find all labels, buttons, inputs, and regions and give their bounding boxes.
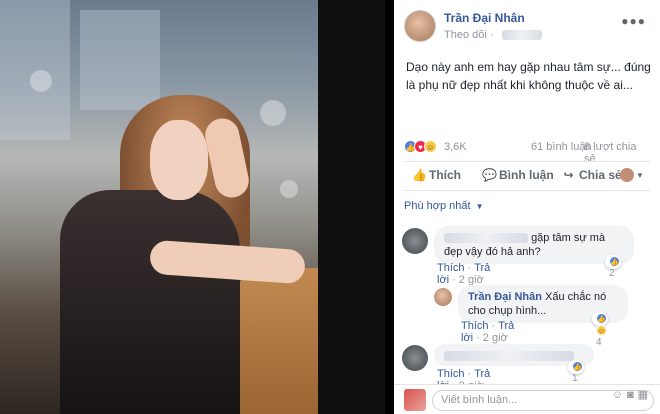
commenter-avatar[interactable] (402, 345, 428, 371)
haha-reaction-icon: ☺ (596, 325, 607, 336)
comment-icon: 💬 (482, 168, 497, 182)
follow-row: Theo dõi · (444, 29, 543, 41)
author-name[interactable]: Trần Đại Nhân (444, 11, 525, 25)
photo-figure (60, 190, 240, 414)
photo-face (150, 120, 208, 200)
photo-bokeh (280, 180, 298, 198)
comment-reaction-badge[interactable]: 👍 1 (568, 360, 584, 384)
photo-bokeh (30, 70, 52, 92)
comment-bubble: gặp tâm sự mà đẹp vậy đó hả anh? (434, 226, 634, 264)
post-header: Trần Đại Nhân Theo dõi · ●●● (394, 0, 660, 50)
separator-dot: · (491, 320, 496, 332)
comment-placeholder: Viết bình luận... (441, 394, 518, 406)
divider (404, 161, 650, 162)
comment-label: Bình luận (499, 168, 554, 182)
reply-meta: Thích · Trả lời · 2 giờ (461, 320, 514, 344)
share-button[interactable]: ↪ Chia sẻ (562, 168, 622, 182)
like-button[interactable]: 👍 Thích (412, 168, 461, 182)
reply-reaction-badge[interactable]: 👍☺ 4 (592, 312, 608, 348)
more-dots-icon[interactable]: ●●● (621, 14, 646, 28)
composer-icons: ☺◙▦ (612, 388, 652, 401)
separator-dot: · (467, 262, 472, 274)
follow-link[interactable]: Theo dõi (444, 29, 487, 41)
photo-bokeh (260, 100, 286, 126)
like-reaction-icon: 👍 (572, 361, 583, 372)
badge-count: 2 (609, 268, 615, 279)
sort-label: Phù hợp nhất (404, 200, 471, 212)
comment-composer: Viết bình luận... ☺◙▦ (394, 384, 660, 414)
photo-bg (0, 0, 70, 140)
comment-meta: Thích·Trả lời·2 giờ (437, 262, 490, 286)
divider (404, 190, 650, 191)
reaction-summary: 👍 ♥ ☺ 3,6K 61 bình luận 8 lượt chia sẻ (404, 140, 650, 165)
like-label: Thích (429, 168, 461, 182)
reply-like-link[interactable]: Thích (461, 320, 489, 332)
chevron-down-icon: ▼ (636, 171, 644, 180)
blurred-date (502, 30, 543, 41)
blurred-name (444, 233, 528, 244)
reply-author[interactable]: Trần Đại Nhân (468, 291, 542, 303)
reply-time[interactable]: 2 giờ (483, 332, 508, 344)
thumbs-up-icon: 👍 (412, 168, 427, 182)
comment-reaction-badge[interactable]: 👍 2 (605, 255, 621, 279)
separator-dot: · (476, 332, 480, 344)
share-arrow-icon: ↪ (563, 168, 574, 182)
comment-like-link[interactable]: Thích (437, 262, 465, 274)
comment-like-link[interactable]: Thích (437, 368, 465, 380)
reaction-icons[interactable]: 👍 ♥ ☺ (404, 140, 437, 153)
badge-count: 1 (572, 373, 578, 384)
separator-dot: · (489, 29, 494, 41)
react-as-selector[interactable]: ▼ (620, 167, 644, 182)
comment-count[interactable]: 61 bình luận (531, 141, 592, 153)
author-avatar[interactable] (404, 10, 436, 42)
reaction-count[interactable]: 3,6K (444, 141, 467, 153)
like-reaction-icon: 👍 (609, 256, 620, 267)
commenter-avatar[interactable] (402, 228, 428, 254)
current-user-avatar (404, 389, 426, 411)
action-bar: 👍 Thích 💬 Bình luận ↪ Chia sẻ ▼ (404, 166, 650, 186)
profile-avatar (620, 167, 634, 182)
haha-reaction-icon: ☺ (424, 140, 437, 153)
post-side-panel: Trần Đại Nhân Theo dõi · ●●● Dạo này anh … (394, 0, 660, 414)
photo-area (0, 0, 385, 414)
comment-button[interactable]: 💬 Bình luận (482, 168, 554, 182)
badge-count: 4 (596, 337, 602, 348)
photo-bg (80, 10, 160, 110)
separator-dot: · (452, 274, 456, 286)
chevron-down-icon: ▼ (475, 202, 484, 211)
post-photo[interactable] (0, 0, 318, 414)
post-text: Dạo này anh em hay gặp nhau tâm sự... đú… (406, 60, 651, 92)
viewer-frame: Trần Đại Nhân Theo dõi · ●●● Dạo này anh … (0, 0, 660, 414)
comment-sort-dropdown[interactable]: Phù hợp nhất ▼ (404, 200, 484, 212)
emoji-icon[interactable]: ☺ (612, 389, 627, 401)
replier-avatar[interactable] (434, 288, 452, 306)
like-reaction-icon: 👍 (596, 313, 607, 324)
camera-icon[interactable]: ◙ (627, 389, 638, 401)
separator-dot: · (467, 368, 472, 380)
share-label: Chia sẻ (579, 168, 622, 182)
gif-icon[interactable]: ▦ (638, 389, 652, 401)
blurred-comment (444, 351, 574, 362)
